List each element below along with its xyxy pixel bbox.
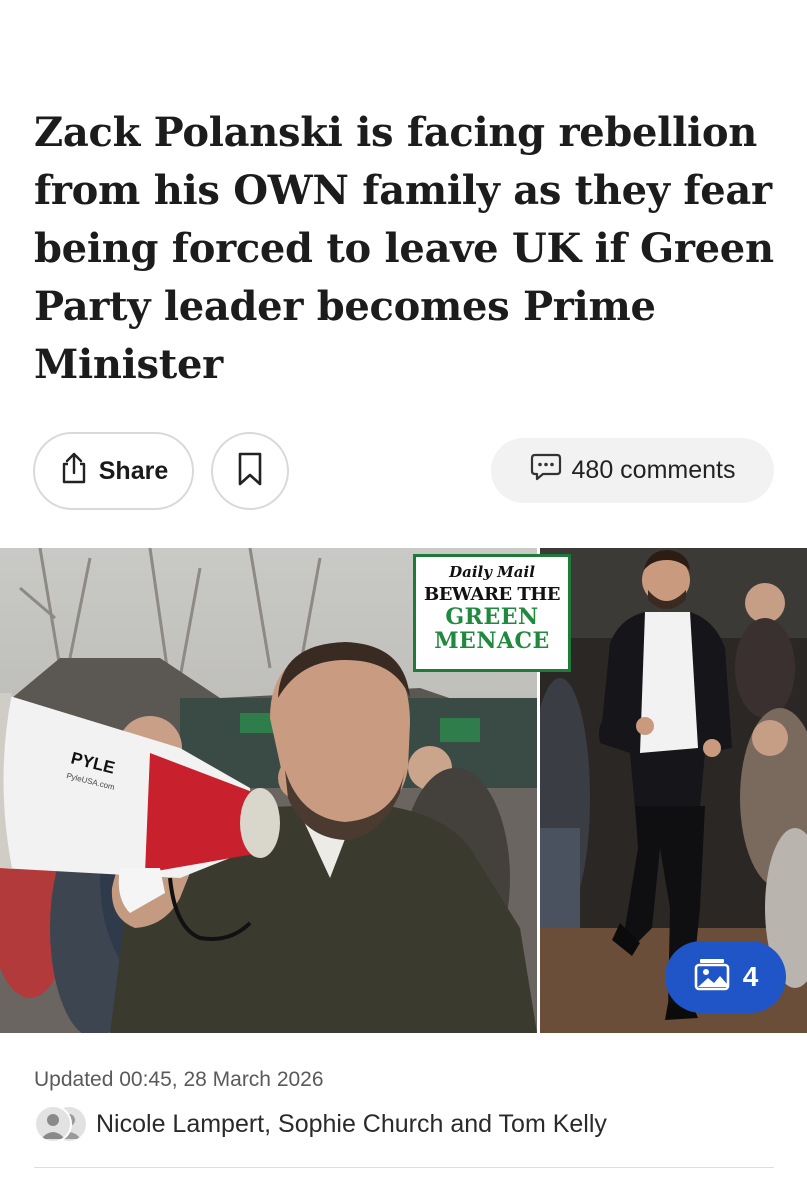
hero-image[interactable]: PYLE PyleUSA.com Daily Mail BEWARE THE G… xyxy=(0,548,807,1033)
author-names[interactable]: Nicole Lampert, Sophie Church and Tom Ke… xyxy=(96,1110,607,1139)
bookmark-button[interactable] xyxy=(211,432,289,510)
badge-line-3: MENACE xyxy=(434,628,550,654)
updated-timestamp: Updated 00:45, 28 March 2026 xyxy=(34,1068,324,1091)
bookmark-icon xyxy=(237,452,263,491)
share-icon xyxy=(59,452,89,491)
share-button[interactable]: Share xyxy=(33,432,194,510)
avatar xyxy=(34,1105,72,1143)
byline: Nicole Lampert, Sophie Church and Tom Ke… xyxy=(34,1104,774,1144)
author-avatars xyxy=(34,1105,88,1143)
daily-mail-badge: Daily Mail BEWARE THE GREEN MENACE xyxy=(413,554,571,672)
comments-count: 480 comments xyxy=(571,456,736,484)
image-gallery-icon xyxy=(693,957,731,998)
share-label: Share xyxy=(98,456,169,485)
gallery-button[interactable]: 4 xyxy=(665,941,786,1013)
comments-button[interactable]: 480 comments xyxy=(491,438,774,503)
article-headline: Zack Polanski is facing rebellion from h… xyxy=(34,109,774,388)
badge-brand: Daily Mail xyxy=(449,563,535,581)
article-page: Zack Polanski is facing rebellion from h… xyxy=(0,0,807,1200)
badge-line-1: BEWARE THE xyxy=(423,584,561,605)
gallery-count: 4 xyxy=(742,961,759,992)
badge-line-2: GREEN xyxy=(445,604,539,630)
divider-line xyxy=(34,1167,774,1168)
comment-bubble-icon xyxy=(530,452,562,489)
